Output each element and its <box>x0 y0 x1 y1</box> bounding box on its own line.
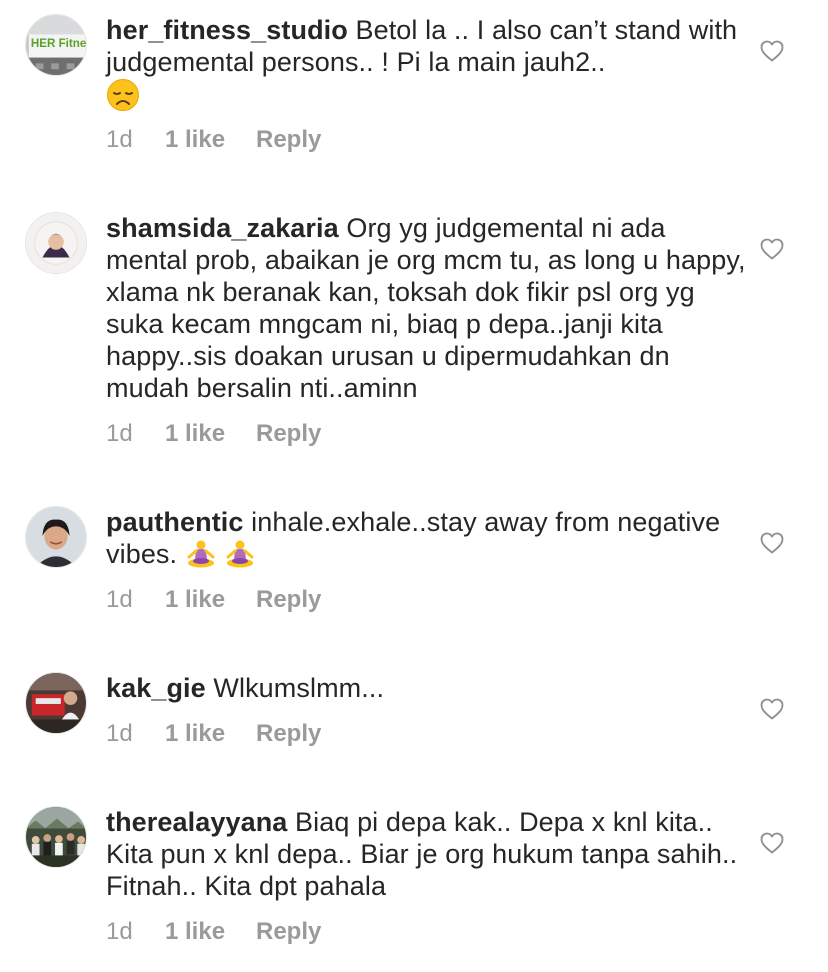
reply-button[interactable]: Reply <box>256 420 321 448</box>
comment-like-count[interactable]: 1 like <box>165 720 256 748</box>
heart-outline-icon[interactable] <box>760 532 784 554</box>
reply-button[interactable]: Reply <box>256 720 321 748</box>
heart-outline-icon[interactable] <box>760 238 784 260</box>
comment-username[interactable]: her_fitness_studio <box>106 15 348 45</box>
avatar-logo-text: HER Fitness <box>31 37 86 50</box>
comment-body: pauthentic inhale.exhale..stay away from… <box>106 506 746 576</box>
comment-timestamp: 1d <box>106 918 133 945</box>
comment-text: Wlkumslmm... <box>205 673 385 703</box>
avatar[interactable] <box>25 212 87 274</box>
avatar-image <box>26 507 86 567</box>
heart-outline-icon[interactable] <box>760 40 784 62</box>
heart-outline-icon[interactable] <box>760 832 784 854</box>
avatar[interactable] <box>25 506 87 568</box>
comment-timestamp: 1d <box>106 720 133 747</box>
comment-meta: 1d 1 like Reply <box>106 720 321 752</box>
person-in-lotus-position-icon <box>224 539 256 576</box>
comment-meta: 1d 1 like Reply <box>106 420 321 452</box>
avatar-image: HER Fitness <box>26 15 86 75</box>
disappointed-face-icon <box>106 78 140 119</box>
comment-like-count[interactable]: 1 like <box>165 420 256 448</box>
avatar-image <box>26 673 86 733</box>
comment-like-count[interactable]: 1 like <box>165 586 256 614</box>
comment-username[interactable]: shamsida_zakaria <box>106 213 339 243</box>
avatar[interactable]: HER Fitness <box>25 14 87 76</box>
comment-meta: 1d 1 like Reply <box>106 586 321 618</box>
comment-username[interactable]: kak_gie <box>106 673 206 703</box>
reply-button[interactable]: Reply <box>256 918 321 946</box>
avatar[interactable] <box>25 806 87 868</box>
comment-username[interactable]: pauthentic <box>106 507 244 537</box>
comment-like-count[interactable]: 1 like <box>165 126 256 154</box>
comment-username[interactable]: therealayyana <box>106 807 287 837</box>
person-in-lotus-position-icon <box>185 539 217 576</box>
comment-body: kak_gie Wlkumslmm... <box>106 672 746 704</box>
comment-timestamp: 1d <box>106 586 133 613</box>
comment-body: therealayyana Biaq pi depa kak.. Depa x … <box>106 806 746 902</box>
comment-like-count[interactable]: 1 like <box>165 918 256 946</box>
reply-button[interactable]: Reply <box>256 126 321 154</box>
heart-outline-icon[interactable] <box>760 698 784 720</box>
comment-timestamp: 1d <box>106 420 133 447</box>
avatar-image <box>26 213 86 273</box>
avatar-image <box>26 807 86 867</box>
comment-meta: 1d 1 like Reply <box>106 918 321 950</box>
comment-body: her_fitness_studio Betol la .. I also ca… <box>106 14 746 119</box>
reply-button[interactable]: Reply <box>256 586 321 614</box>
avatar[interactable] <box>25 672 87 734</box>
comment-timestamp: 1d <box>106 126 133 153</box>
comment-meta: 1d 1 like Reply <box>106 126 321 158</box>
comment-body: shamsida_zakaria Org yg judgemental ni a… <box>106 212 746 404</box>
